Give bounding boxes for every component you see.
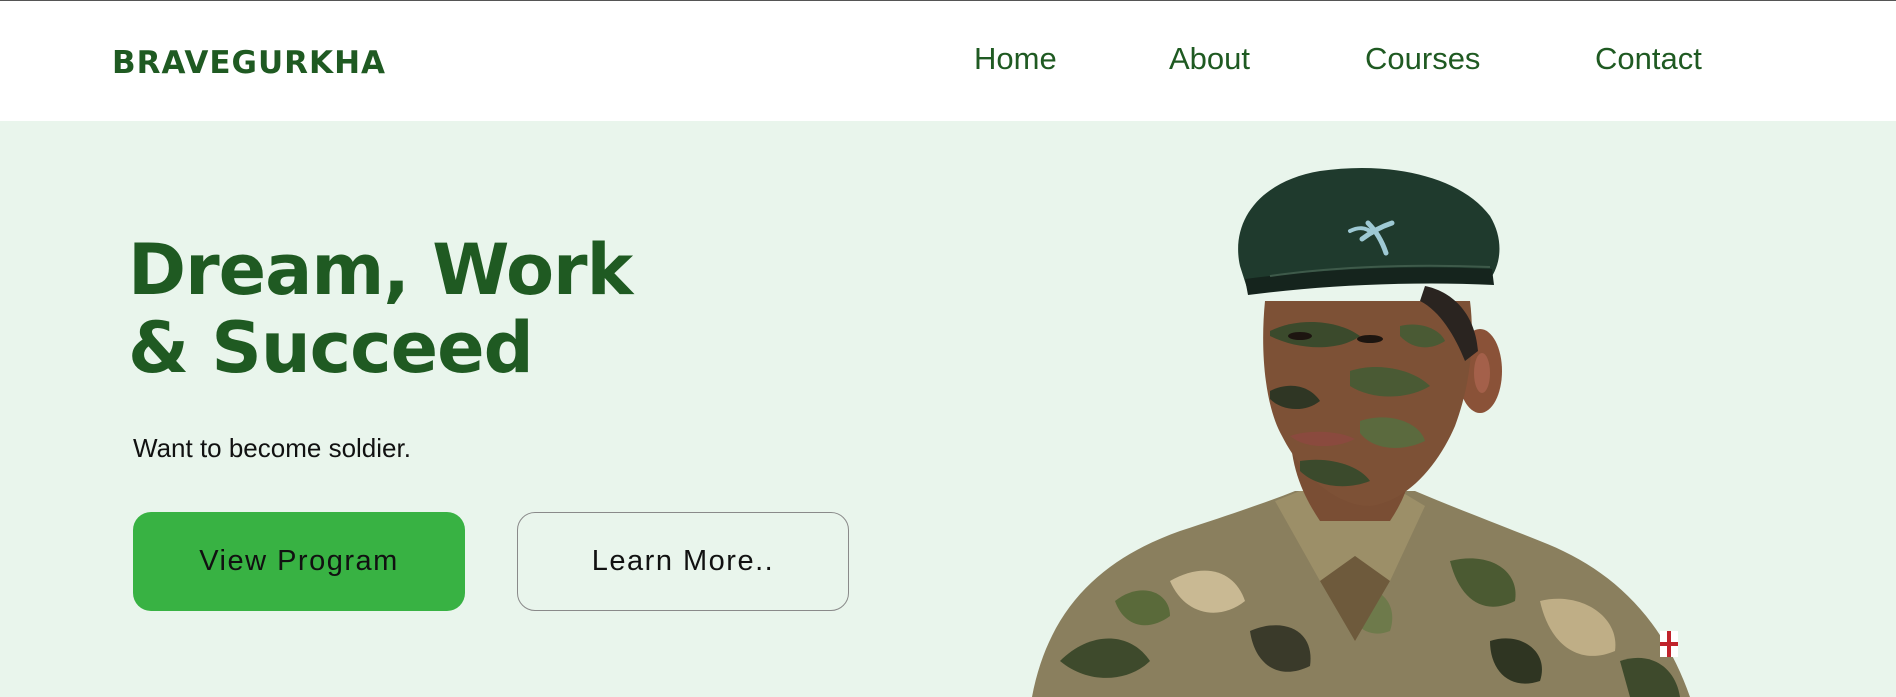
hero-headline-line-2: & Succeed xyxy=(128,307,534,389)
nav-item-home[interactable]: Home xyxy=(974,41,1057,77)
nav-item-contact[interactable]: Contact xyxy=(1595,41,1702,77)
hero-headline-line-1: Dream, Work xyxy=(128,229,633,311)
hero-subtitle: Want to become soldier. xyxy=(133,433,411,463)
brand-logo[interactable]: BRAVEGURKHA xyxy=(112,45,386,81)
site-header: BRAVEGURKHA Home About Courses Contact xyxy=(0,1,1896,121)
nav-item-courses[interactable]: Courses xyxy=(1365,41,1480,77)
learn-more-button[interactable]: Learn More.. xyxy=(517,512,849,611)
view-program-button[interactable]: View Program xyxy=(133,512,465,611)
hero-headline: Dream, Work & Succeed xyxy=(128,229,633,389)
soldier-portrait-image xyxy=(1032,168,1690,697)
nav-item-about[interactable]: About xyxy=(1169,41,1250,77)
hero-section: Dream, Work & Succeed Want to become sol… xyxy=(0,121,1896,697)
